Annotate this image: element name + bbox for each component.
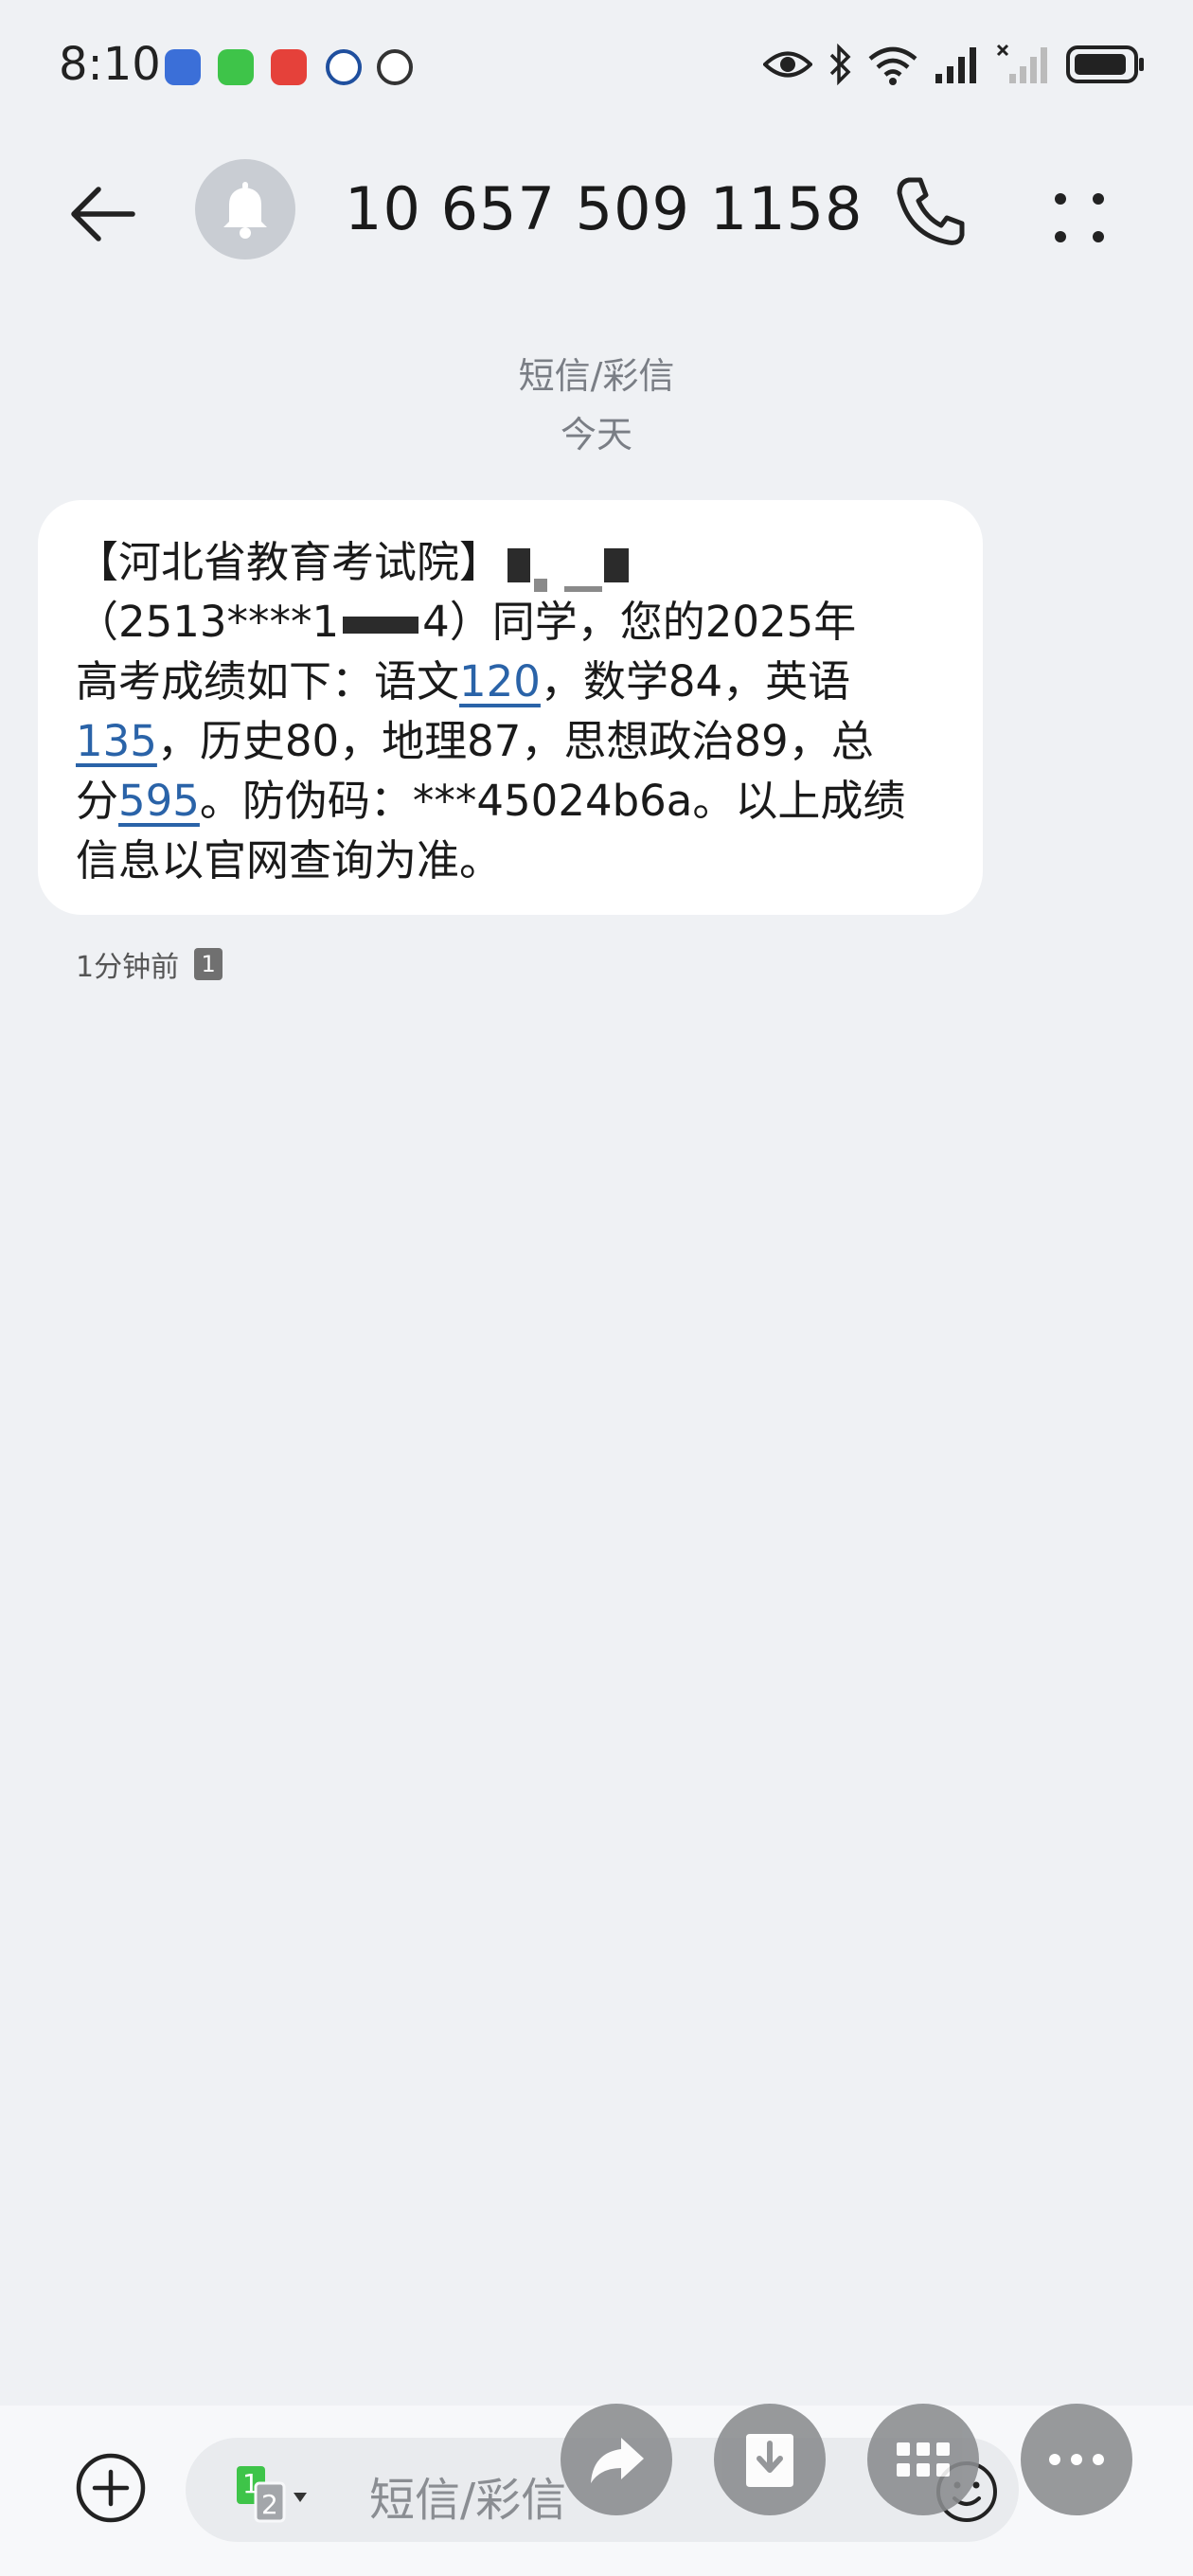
redacted-name xyxy=(507,548,531,582)
message-line: （2513****1 4）同学，您的2025年 xyxy=(76,592,943,652)
unicom-icon xyxy=(377,49,413,85)
number-link[interactable]: 595 xyxy=(118,776,200,826)
sms-conversation-screen: 8:10 10 657 509 1158 短信/彩信 今天 【河北省教育考试院】… xyxy=(0,0,1193,2576)
input-placeholder: 短信/彩信 xyxy=(369,2474,567,2527)
huawei-app-icon xyxy=(271,49,307,85)
apps-grid-button[interactable] xyxy=(867,2404,979,2515)
more-actions-button[interactable] xyxy=(1021,2404,1132,2515)
message-line: 高考成绩如下：语文120，数学84，英语 xyxy=(76,652,943,711)
message-line: 【河北省教育考试院】 xyxy=(76,532,943,592)
cmb-icon xyxy=(326,49,362,85)
redacted-id xyxy=(343,617,419,634)
wechat-icon xyxy=(218,49,254,85)
more-options-icon[interactable] xyxy=(1042,180,1117,256)
message-text: 信息以官网查询为准。 xyxy=(76,835,503,886)
number-link[interactable]: 135 xyxy=(76,716,157,766)
status-right-icons xyxy=(763,44,1146,85)
battery-icon xyxy=(1066,45,1144,83)
sim-badge: 1 xyxy=(194,948,223,980)
save-download-button[interactable] xyxy=(714,2404,826,2515)
eye-icon xyxy=(763,51,812,78)
message-text: 4）同学，您的2025年 xyxy=(422,597,857,647)
message-meta: 1分钟前 1 xyxy=(76,943,223,985)
bell-icon xyxy=(223,182,267,239)
sim-primary-label: 1 xyxy=(242,2468,259,2499)
contact-avatar[interactable] xyxy=(195,159,295,259)
date-label: 今天 xyxy=(560,414,632,456)
message-line: 分595。防伪码：***45024b6a。以上成绩 xyxy=(76,771,943,831)
message-line: 信息以官网查询为准。 xyxy=(76,831,943,890)
redacted-name xyxy=(534,579,548,592)
baidu-icon xyxy=(165,49,201,85)
contact-number: 10 657 509 1158 xyxy=(345,174,864,243)
status-time: 8:10 xyxy=(59,38,161,91)
message-text: ，数学84，英语 xyxy=(540,656,851,707)
message-line: 135，历史80，地理87，思想政治89，总 xyxy=(76,711,943,771)
message-text: （2513****1 xyxy=(76,597,340,647)
message-text: 分 xyxy=(76,776,119,826)
message-type-label: 短信/彩信 xyxy=(518,355,675,397)
sim-secondary-label: 2 xyxy=(261,2489,278,2520)
download-icon xyxy=(746,2434,793,2487)
conversation-header: 10 657 509 1158 xyxy=(0,152,1193,275)
signal-off-icon xyxy=(996,44,1047,83)
bluetooth-icon xyxy=(829,44,851,85)
message-text: ，历史80，地理87，思想政治89，总 xyxy=(156,716,874,766)
phone-icon[interactable] xyxy=(890,170,971,252)
message-text: 高考成绩如下：语文 xyxy=(76,656,460,707)
sim-switch-button[interactable]: 1 2 xyxy=(235,2460,311,2527)
forward-button[interactable] xyxy=(561,2404,672,2515)
redacted-name xyxy=(604,548,630,582)
back-arrow-icon[interactable] xyxy=(66,176,142,252)
number-link[interactable]: 120 xyxy=(459,656,541,707)
message-sender-tag: 【河北省教育考试院】 xyxy=(76,537,503,587)
status-bar: 8:10 xyxy=(0,0,1193,133)
add-attachment-icon[interactable] xyxy=(74,2451,148,2525)
forward-icon xyxy=(591,2438,644,2483)
wifi-icon xyxy=(868,46,917,85)
grid-icon xyxy=(897,2442,950,2477)
message-bubble[interactable]: 【河北省教育考试院】 （2513****1 4）同学，您的2025年 高考成绩如下… xyxy=(38,500,983,915)
message-time: 1分钟前 xyxy=(76,951,180,984)
ellipsis-icon xyxy=(1049,2454,1104,2465)
message-text: 。防伪码：***45024b6a。以上成绩 xyxy=(199,776,906,826)
signal-icon xyxy=(935,47,976,83)
